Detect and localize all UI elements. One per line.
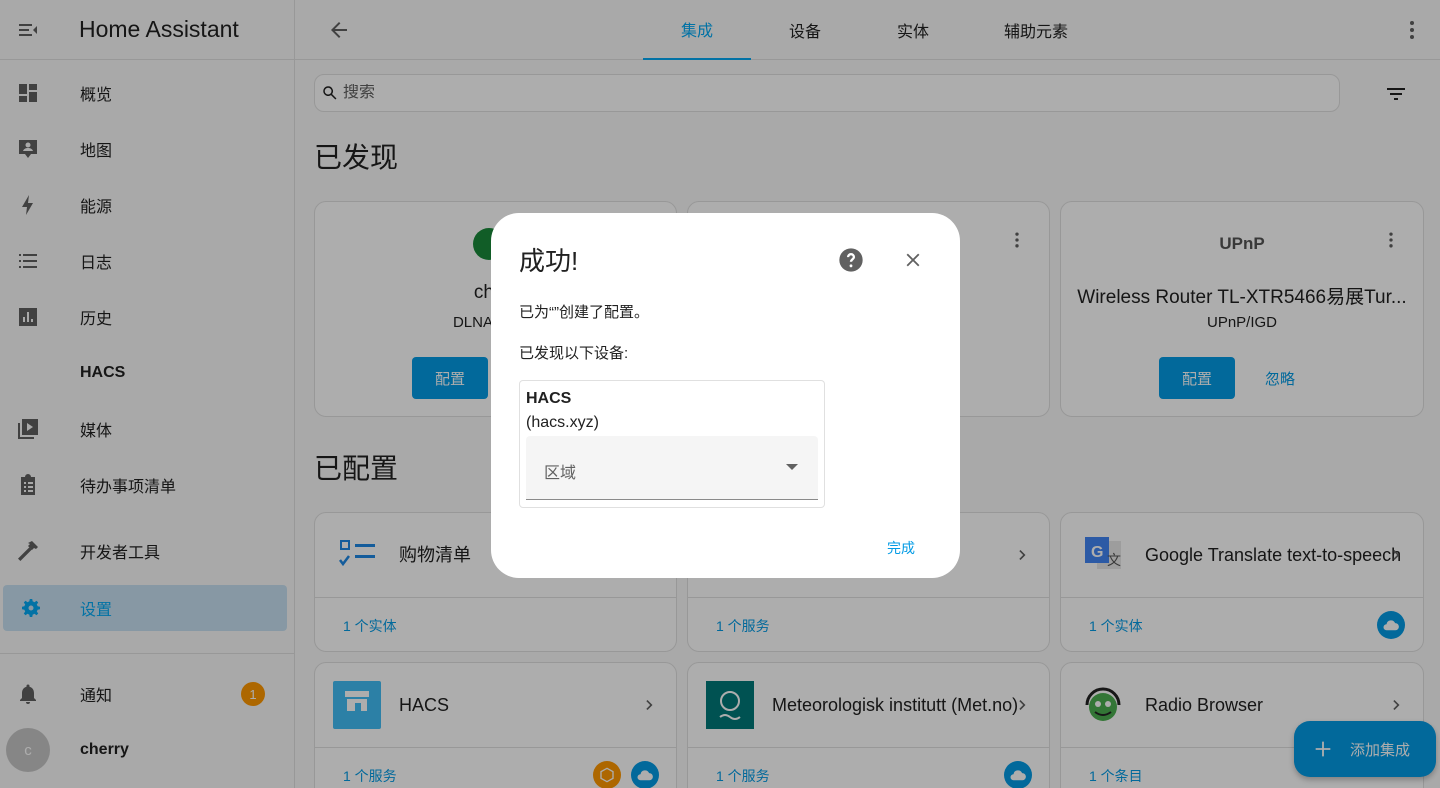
dialog-message: 已为“”创建了配置。: [519, 304, 649, 321]
close-icon[interactable]: [899, 246, 927, 274]
area-select[interactable]: 区域: [526, 436, 818, 500]
area-select-label: 区域: [544, 465, 577, 482]
done-button[interactable]: 完成: [887, 538, 915, 558]
device-subtitle: (hacs.xyz): [526, 414, 599, 431]
discovered-device-box: HACS (hacs.xyz) 区域: [519, 380, 825, 508]
devices-heading: 已发现以下设备:: [519, 345, 629, 362]
dropdown-arrow-icon: [786, 464, 798, 470]
help-icon[interactable]: [837, 246, 865, 274]
success-dialog: 成功! 已为“”创建了配置。 已发现以下设备: HACS (hacs.xyz) …: [491, 213, 960, 578]
device-name: HACS: [526, 390, 572, 407]
dialog-title: 成功!: [519, 246, 579, 276]
